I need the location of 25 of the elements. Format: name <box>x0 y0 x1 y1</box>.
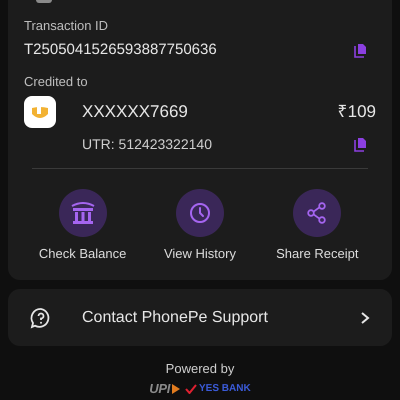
action-button[interactable]: Share Receipt <box>262 189 372 262</box>
share-icon <box>307 202 328 224</box>
action-label: View History <box>164 246 236 262</box>
action-button[interactable]: Check Balance <box>28 189 138 262</box>
powered-by-text: Powered by <box>166 361 234 377</box>
account-number: XXXXXX7669 <box>82 102 188 122</box>
support-button[interactable]: Contact PhonePe Support <box>8 289 392 346</box>
help-icon <box>30 306 52 328</box>
copy-icon[interactable] <box>354 42 368 58</box>
action-button[interactable]: View History <box>144 189 255 262</box>
clock-icon <box>188 202 211 224</box>
tick-icon <box>185 384 197 394</box>
utr-number: UTR: 512423322140 <box>82 135 212 154</box>
transaction-id: T2505041526593887750636 <box>24 40 217 60</box>
chevron-right-icon <box>360 310 370 324</box>
amount: ₹109 <box>338 102 376 122</box>
copy-icon[interactable] <box>354 136 368 152</box>
bank-icon <box>70 201 96 225</box>
action-label: Share Receipt <box>276 246 358 262</box>
upi-logo: UPI <box>149 381 170 397</box>
action-label: Check Balance <box>38 246 126 262</box>
upi-arrow-icon <box>172 384 180 394</box>
credited-to-label: Credited to <box>24 74 89 90</box>
bank-brand-logo: YES BANK <box>199 382 251 396</box>
transaction-id-label: Transaction ID <box>24 18 110 34</box>
